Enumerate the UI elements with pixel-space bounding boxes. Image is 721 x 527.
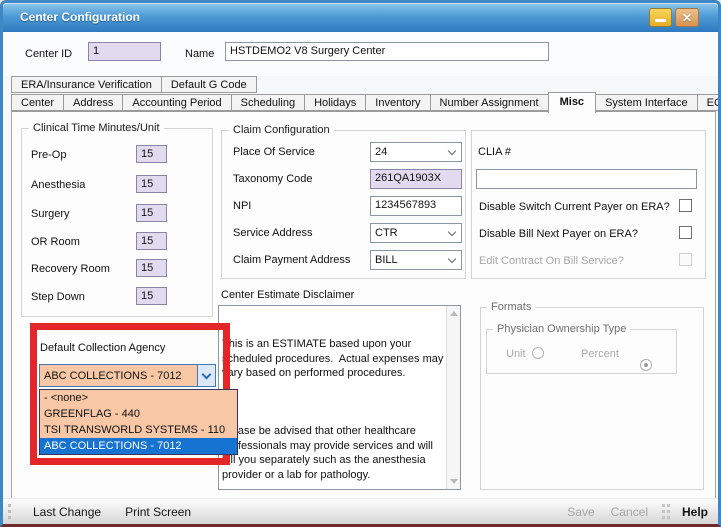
step-down-field[interactable]: 15 [136, 287, 167, 305]
combobox-dropdown-button[interactable] [197, 365, 215, 386]
center-estimate-disclaimer-label: Center Estimate Disclaimer [221, 289, 354, 301]
default-collection-agency-combobox[interactable]: ABC COLLECTIONS - 7012 [39, 364, 216, 387]
npi-field[interactable]: 1234567893 [370, 196, 462, 216]
disable-switch-current-payer-label: Disable Switch Current Payer on ERA? [479, 201, 670, 213]
window-title: Center Configuration [20, 10, 140, 24]
help-button[interactable]: Help [682, 505, 708, 519]
edit-contract-on-bill-service-label: Edit Contract On Bill Service? [479, 255, 624, 267]
scroll-down-icon[interactable] [450, 479, 458, 484]
toolbar-grip-handle[interactable] [8, 504, 11, 519]
disable-bill-next-payer-checkbox[interactable] [679, 226, 692, 239]
claim-configuration-group-title: Claim Configuration [229, 124, 334, 136]
disclaimer-paragraph: This is an ESTIMATE based upon your sche… [222, 337, 444, 381]
percent-radio-label: Percent [581, 348, 619, 360]
title-bar: Center Configuration ✕ [3, 3, 718, 32]
surgery-label: Surgery [31, 208, 70, 220]
minimize-button[interactable] [649, 8, 672, 27]
percent-radio [640, 359, 652, 371]
save-button: Save [567, 505, 594, 519]
tab-row-secondary: ERA/Insurance Verification Default G Cod… [11, 76, 257, 93]
dropdown-option-tsi-transworld[interactable]: TSI TRANSWORLD SYSTEMS - 110 [40, 422, 237, 438]
edit-contract-on-bill-service-checkbox [679, 253, 692, 266]
pre-op-field[interactable]: 15 [136, 145, 167, 163]
npi-label: NPI [233, 200, 251, 212]
chevron-down-icon [448, 254, 456, 262]
disclaimer-paragraph: Please be advised that other healthcare … [222, 424, 444, 482]
dropdown-option-greenflag[interactable]: GREENFLAG - 440 [40, 406, 237, 422]
place-of-service-value: 24 [371, 146, 443, 158]
pre-op-label: Pre-Op [31, 149, 66, 161]
tab-era-insurance-verification[interactable]: ERA/Insurance Verification [11, 76, 162, 93]
tab-accounting-period[interactable]: Accounting Period [122, 94, 231, 111]
dropdown-option-none[interactable]: - <none> [40, 390, 237, 406]
tab-system-interface[interactable]: System Interface [595, 94, 698, 111]
disclaimer-scrollbar[interactable] [446, 306, 460, 489]
clia-label: CLIA # [478, 146, 511, 158]
collection-agency-dropdown-list: - <none> GREENFLAG - 440 TSI TRANSWORLD … [39, 389, 238, 455]
tab-center[interactable]: Center [11, 94, 64, 111]
last-change-button[interactable]: Last Change [33, 505, 101, 519]
claim-payment-address-dropdown-button[interactable] [443, 251, 461, 269]
recovery-room-field[interactable]: 15 [136, 259, 167, 277]
anesthesia-field[interactable]: 15 [136, 175, 167, 193]
service-address-combobox[interactable]: CTR [370, 223, 462, 243]
combobox-selected-value: ABC COLLECTIONS - 7012 [40, 370, 197, 382]
close-button[interactable]: ✕ [675, 8, 699, 27]
center-id-label: Center ID [25, 48, 72, 60]
taxonomy-code-label: Taxonomy Code [233, 173, 313, 185]
tab-holidays[interactable]: Holidays [304, 94, 366, 111]
clia-field[interactable] [476, 169, 697, 189]
dropdown-option-abc-collections[interactable]: ABC COLLECTIONS - 7012 [40, 438, 237, 454]
tab-misc[interactable]: Misc [548, 92, 596, 113]
tab-inventory[interactable]: Inventory [365, 94, 430, 111]
minimize-icon [655, 19, 666, 22]
center-configuration-dialog: Center Configuration ✕ Center ID 1 Name … [0, 0, 721, 527]
service-address-value: CTR [371, 227, 443, 239]
toolbar-separator-grip [662, 504, 670, 519]
anesthesia-label: Anesthesia [31, 179, 85, 191]
service-address-label: Service Address [233, 227, 312, 239]
claim-payment-address-combobox[interactable]: BILL [370, 250, 462, 270]
close-icon: ✕ [682, 11, 692, 25]
physician-ownership-type-title: Physician Ownership Type [493, 323, 630, 335]
name-label: Name [185, 48, 214, 60]
center-estimate-disclaimer-textarea[interactable]: This is an ESTIMATE based upon your sche… [218, 305, 461, 490]
cancel-button: Cancel [611, 505, 648, 519]
place-of-service-dropdown-button[interactable] [443, 143, 461, 161]
place-of-service-combobox[interactable]: 24 [370, 142, 462, 162]
place-of-service-label: Place Of Service [233, 146, 315, 158]
bottom-toolbar: Last Change Print Screen Save Cancel Hel… [3, 498, 718, 524]
unit-radio-label: Unit [506, 348, 526, 360]
disable-bill-next-payer-label: Disable Bill Next Payer on ERA? [479, 228, 638, 240]
or-room-label: OR Room [31, 236, 80, 248]
chevron-down-icon [202, 369, 212, 379]
chevron-down-icon [448, 146, 456, 154]
step-down-label: Step Down [31, 291, 85, 303]
center-id-field[interactable]: 1 [88, 42, 161, 61]
chevron-down-icon [448, 227, 456, 235]
tab-ecs-claim[interactable]: ECS Claim [697, 94, 721, 111]
clinical-time-group-title: Clinical Time Minutes/Unit [29, 122, 164, 134]
tab-address[interactable]: Address [63, 94, 123, 111]
print-screen-button[interactable]: Print Screen [125, 505, 191, 519]
taxonomy-code-field[interactable]: 261QA1903X [370, 169, 462, 189]
unit-radio [532, 347, 544, 359]
tab-default-g-code[interactable]: Default G Code [161, 76, 257, 93]
tab-scheduling[interactable]: Scheduling [231, 94, 305, 111]
or-room-field[interactable]: 15 [136, 232, 167, 250]
service-address-dropdown-button[interactable] [443, 224, 461, 242]
recovery-room-label: Recovery Room [31, 263, 110, 275]
scroll-up-icon[interactable] [450, 311, 458, 316]
formats-group-title: Formats [487, 301, 535, 313]
tab-number-assignment[interactable]: Number Assignment [430, 94, 549, 111]
default-collection-agency-label: Default Collection Agency [40, 342, 165, 354]
claim-payment-address-value: BILL [371, 254, 443, 266]
disable-switch-current-payer-checkbox[interactable] [679, 199, 692, 212]
surgery-field[interactable]: 15 [136, 204, 167, 222]
claim-payment-address-label: Claim Payment Address [233, 254, 350, 266]
name-field[interactable]: HSTDEMO2 V8 Surgery Center [225, 42, 549, 61]
